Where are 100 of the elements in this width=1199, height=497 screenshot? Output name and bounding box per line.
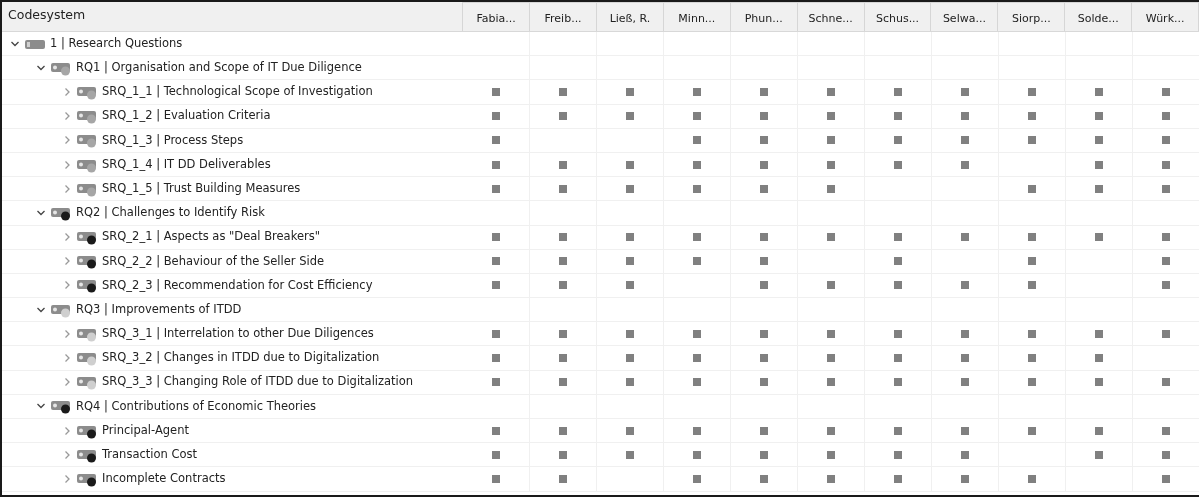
coded-segment-marker[interactable] (626, 233, 634, 242)
coded-segment-marker[interactable] (693, 233, 701, 242)
coded-segment-marker[interactable] (760, 329, 768, 338)
coded-segment-marker[interactable] (693, 426, 701, 435)
code-label[interactable]: SRQ_2_2 | Behaviour of the Seller Side (102, 255, 325, 268)
coded-segment-marker[interactable] (1162, 257, 1170, 266)
coded-segment-marker[interactable] (1028, 112, 1036, 121)
coded-segment-marker[interactable] (491, 184, 500, 193)
coded-segment-marker[interactable] (1028, 329, 1036, 338)
coded-segment-marker[interactable] (626, 184, 634, 193)
code-label[interactable]: SRQ_1_3 | Process Steps (102, 134, 244, 147)
coded-segment-marker[interactable] (693, 160, 701, 169)
coded-segment-marker[interactable] (693, 136, 701, 145)
coded-segment-marker[interactable] (894, 136, 902, 145)
coded-segment-marker[interactable] (693, 329, 701, 338)
code-label[interactable]: SRQ_1_2 | Evaluation Criteria (102, 110, 271, 122)
coded-segment-marker[interactable] (961, 87, 969, 96)
column-header[interactable]: Ließ, R. (597, 2, 664, 31)
coded-segment-marker[interactable] (491, 378, 500, 387)
coded-segment-marker[interactable] (1162, 281, 1170, 290)
code-label[interactable]: Incomplete Contracts (102, 473, 226, 485)
code-label[interactable]: RQ2 | Challenges to Identify Risk (76, 207, 265, 219)
coded-segment-marker[interactable] (559, 112, 567, 121)
expand-chevron-icon[interactable] (62, 86, 72, 97)
coded-segment-marker[interactable] (1028, 184, 1036, 193)
coded-segment-marker[interactable] (559, 257, 567, 266)
coded-segment-marker[interactable] (894, 281, 902, 290)
column-header[interactable]: Freib... (530, 2, 597, 31)
expand-chevron-icon[interactable] (62, 111, 72, 122)
expand-chevron-icon[interactable] (62, 328, 72, 339)
coded-segment-marker[interactable] (827, 160, 835, 169)
coded-segment-marker[interactable] (626, 112, 634, 121)
coded-segment-marker[interactable] (559, 281, 567, 290)
coded-segment-marker[interactable] (491, 450, 500, 459)
coded-segment-marker[interactable] (1095, 184, 1103, 193)
code-label[interactable]: RQ1 | Organisation and Scope of IT Due Diligence (76, 62, 362, 74)
coded-segment-marker[interactable] (1162, 378, 1170, 387)
code-label[interactable]: RQ3 | Improvements of ITDD (76, 303, 242, 316)
coded-segment-marker[interactable] (827, 233, 835, 242)
column-header[interactable]: Phun... (730, 2, 798, 31)
coded-segment-marker[interactable] (827, 450, 835, 459)
coded-segment-marker[interactable] (626, 354, 634, 363)
coded-segment-marker[interactable] (626, 450, 634, 459)
coded-segment-marker[interactable] (760, 354, 768, 363)
coded-segment-marker[interactable] (760, 450, 768, 459)
coded-segment-marker[interactable] (693, 112, 701, 121)
coded-segment-marker[interactable] (626, 378, 634, 387)
code-label[interactable]: Principal-Agent (102, 424, 189, 437)
coded-segment-marker[interactable] (961, 474, 969, 483)
coded-segment-marker[interactable] (961, 281, 969, 290)
coded-segment-marker[interactable] (1028, 354, 1036, 363)
coded-segment-marker[interactable] (559, 378, 567, 387)
code-label[interactable]: SRQ_1_5 | Trust Building Measures (102, 182, 301, 195)
expand-chevron-icon[interactable] (62, 232, 72, 243)
coded-segment-marker[interactable] (894, 329, 902, 338)
coded-segment-marker[interactable] (1028, 378, 1036, 387)
coded-segment-marker[interactable] (693, 474, 701, 483)
coded-segment-marker[interactable] (827, 474, 835, 483)
coded-segment-marker[interactable] (827, 87, 835, 96)
coded-segment-marker[interactable] (760, 233, 768, 242)
coded-segment-marker[interactable] (693, 450, 701, 459)
coded-segment-marker[interactable] (1028, 87, 1036, 96)
expand-chevron-icon[interactable] (62, 159, 72, 170)
coded-segment-marker[interactable] (559, 184, 567, 193)
coded-segment-marker[interactable] (1162, 474, 1170, 483)
coded-segment-marker[interactable] (760, 426, 768, 435)
coded-segment-marker[interactable] (491, 329, 500, 338)
code-label[interactable]: SRQ_2_1 | Aspects as "Deal Breakers" (102, 231, 320, 243)
coded-segment-marker[interactable] (894, 257, 902, 266)
coded-segment-marker[interactable] (1162, 450, 1170, 459)
coded-segment-marker[interactable] (894, 87, 902, 96)
coded-segment-marker[interactable] (626, 426, 634, 435)
coded-segment-marker[interactable] (1028, 426, 1036, 435)
coded-segment-marker[interactable] (491, 354, 500, 363)
expand-chevron-icon[interactable] (62, 425, 72, 436)
coded-segment-marker[interactable] (491, 136, 500, 145)
expand-chevron-icon[interactable] (62, 135, 72, 146)
coded-segment-marker[interactable] (827, 184, 835, 193)
column-header[interactable]: Schus... (864, 2, 932, 31)
column-header[interactable]: Fabia... (463, 2, 531, 31)
coded-segment-marker[interactable] (693, 87, 701, 96)
coded-segment-marker[interactable] (491, 474, 500, 483)
coded-segment-marker[interactable] (894, 426, 902, 435)
coded-segment-marker[interactable] (491, 426, 500, 435)
column-header[interactable]: Würk... (1132, 2, 1199, 31)
coded-segment-marker[interactable] (760, 160, 768, 169)
code-label[interactable]: SRQ_2_3 | Recommendation for Cost Efficiency (102, 279, 373, 292)
coded-segment-marker[interactable] (760, 378, 768, 387)
coded-segment-marker[interactable] (1095, 233, 1103, 242)
coded-segment-marker[interactable] (626, 87, 634, 96)
coded-segment-marker[interactable] (1095, 87, 1103, 96)
coded-segment-marker[interactable] (894, 354, 902, 363)
column-header[interactable]: Selwa... (931, 2, 999, 31)
coded-segment-marker[interactable] (491, 281, 500, 290)
coded-segment-marker[interactable] (1095, 112, 1103, 121)
coded-segment-marker[interactable] (491, 160, 500, 169)
coded-segment-marker[interactable] (626, 160, 634, 169)
coded-segment-marker[interactable] (961, 450, 969, 459)
coded-segment-marker[interactable] (1162, 184, 1170, 193)
coded-segment-marker[interactable] (693, 184, 701, 193)
